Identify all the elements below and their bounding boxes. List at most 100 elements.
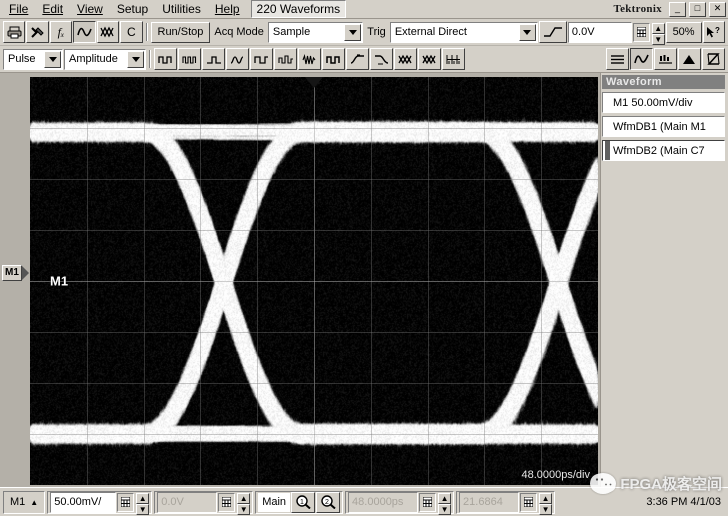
trigger-source-select[interactable]: External Direct: [389, 21, 538, 43]
close-button[interactable]: ✕: [709, 1, 726, 17]
stepper-down-icon[interactable]: ▼: [438, 503, 452, 515]
vertical-scale-stepper[interactable]: ▲ ▼: [136, 492, 150, 515]
graticule-waveform-display[interactable]: M1 48.0000ps/div: [30, 77, 598, 485]
waveform-side-panel: Waveform M1 50.00mV/div WfmDB1 (Main M1 …: [600, 73, 728, 487]
meas-jitter-icon[interactable]: [442, 48, 465, 70]
chevron-down-icon[interactable]: [127, 50, 144, 68]
meas-duty-cycle-icon[interactable]: [274, 48, 297, 70]
measure-type-select[interactable]: Amplitude: [64, 48, 146, 70]
zoom1-button[interactable]: 1: [291, 491, 316, 513]
trigger-level-stepper[interactable]: ▲ ▼: [651, 22, 665, 45]
measure-type-value: Amplitude: [69, 53, 118, 65]
keypad-icon[interactable]: [520, 492, 538, 512]
meas-frequency-icon[interactable]: [178, 48, 201, 70]
keypad-icon[interactable]: [419, 492, 437, 512]
waveform-icon[interactable]: [73, 21, 96, 43]
meas-pulse-width-icon[interactable]: [202, 48, 225, 70]
menu-item-help-label: Help: [214, 2, 240, 16]
vertical-offset-stepper[interactable]: ▲ ▼: [237, 492, 251, 515]
waveform-list-item-label: WfmDB1 (Main M1: [613, 120, 706, 133]
chevron-down-icon[interactable]: [518, 23, 536, 41]
zoom2-button[interactable]: 2: [316, 491, 341, 513]
meas-amplitude-icon[interactable]: [322, 48, 345, 70]
main-content-area: M1 M1 48.0000ps/div Waveform M1 50.00mV/…: [0, 73, 728, 487]
list-view-icon[interactable]: [606, 48, 629, 70]
horizontal-scale-field[interactable]: 48.0000ps: [348, 491, 419, 513]
channel-marker-m1[interactable]: M1: [2, 265, 29, 281]
stepper-up-icon[interactable]: ▲: [539, 492, 553, 504]
print-icon[interactable]: [3, 21, 26, 43]
keypad-icon[interactable]: [218, 492, 236, 512]
fx-function-icon[interactable]: fₓ: [49, 21, 73, 43]
side-panel-empty-space: [602, 161, 725, 487]
measurement-toolbar: Pulse Amplitude: [0, 46, 728, 73]
vertical-scale-field[interactable]: 50.00mV/: [50, 491, 117, 513]
set-level-50-percent-button[interactable]: 50%: [665, 21, 702, 43]
meas-burst-width-icon[interactable]: [298, 48, 321, 70]
stepper-up-icon[interactable]: ▲: [651, 22, 665, 34]
horizontal-position-field[interactable]: 21.6864: [459, 491, 520, 513]
acq-mode-select[interactable]: Sample: [267, 21, 364, 43]
trig-label: Trig: [367, 26, 386, 38]
menu-item-help[interactable]: Help: [208, 1, 247, 17]
trigger-position-marker[interactable]: [305, 77, 323, 88]
meas-undershoot-icon[interactable]: [370, 48, 393, 70]
timebase-group: Main 1 2: [255, 490, 344, 514]
menu-item-utilities[interactable]: Utilities: [155, 1, 208, 17]
menu-item-setup[interactable]: Setup: [110, 1, 155, 17]
histogram-view-icon[interactable]: [654, 48, 677, 70]
meas-eye-width-icon[interactable]: [418, 48, 441, 70]
stepper-down-icon[interactable]: ▼: [651, 33, 665, 45]
eye-diagram-icon[interactable]: [96, 21, 120, 43]
meas-eye-height-icon[interactable]: [394, 48, 417, 70]
channel-selector-group[interactable]: M1 ▲: [3, 490, 46, 514]
run-stop-button[interactable]: Run/Stop: [150, 21, 211, 43]
help-pointer-icon[interactable]: ?: [702, 21, 726, 43]
cursor-c-icon[interactable]: C: [120, 21, 143, 43]
stepper-down-icon[interactable]: ▼: [136, 503, 150, 515]
horizontal-position-stepper[interactable]: ▲ ▼: [539, 492, 553, 515]
waveform-list-item-label: M1 50.00mV/div: [613, 96, 693, 109]
menu-item-file[interactable]: File: [2, 1, 35, 17]
vertical-offset-field[interactable]: 0.0V: [157, 491, 218, 513]
stepper-down-icon[interactable]: ▼: [237, 503, 251, 515]
maximize-button[interactable]: □: [689, 1, 706, 17]
tools-icon[interactable]: [26, 21, 49, 43]
waveform-list-item-wfmdb1[interactable]: WfmDB1 (Main M1: [602, 116, 725, 137]
stepper-up-icon[interactable]: ▲: [237, 492, 251, 504]
horizontal-scale-stepper[interactable]: ▲ ▼: [438, 492, 452, 515]
keypad-icon[interactable]: [633, 22, 650, 42]
trace-label-m1: M1: [50, 273, 69, 289]
mask-view-icon[interactable]: [678, 48, 701, 70]
keypad-icon[interactable]: [117, 492, 135, 512]
timebase-label[interactable]: Main: [258, 492, 291, 512]
stepper-up-icon[interactable]: ▲: [438, 492, 452, 504]
menu-item-edit[interactable]: Edit: [35, 1, 70, 17]
waveform-count-display: 220 Waveforms: [250, 0, 347, 18]
meas-rise-time-icon[interactable]: [226, 48, 249, 70]
chevron-down-icon[interactable]: [44, 50, 61, 68]
status-channel-label: M1: [10, 496, 26, 508]
meas-overshoot-icon[interactable]: [346, 48, 369, 70]
stepper-down-icon[interactable]: ▼: [539, 503, 553, 515]
channel-up-arrow-icon[interactable]: ▲: [30, 498, 42, 507]
channel-pointer-icon: [21, 266, 29, 280]
meas-fall-time-icon[interactable]: [250, 48, 273, 70]
meas-period-icon[interactable]: [154, 48, 177, 70]
menu-item-file-label: File: [9, 2, 29, 16]
measure-category-select[interactable]: Pulse: [3, 48, 63, 70]
menu-item-view[interactable]: View: [70, 1, 110, 17]
rising-edge-icon[interactable]: [538, 21, 567, 43]
clock-display: 3:36 PM 4/1/03: [646, 496, 721, 508]
stepper-up-icon[interactable]: ▲: [136, 492, 150, 504]
minimize-button[interactable]: _: [669, 1, 686, 17]
menu-item-edit-label: Edit: [42, 2, 64, 16]
waveform-list-item-m1[interactable]: M1 50.00mV/div: [602, 92, 725, 113]
vertical-scale-group: 50.00mV/ ▲ ▼: [47, 490, 153, 515]
trigger-level-field[interactable]: 0.0V: [567, 21, 633, 43]
chevron-down-icon[interactable]: [344, 23, 362, 41]
svg-text:2: 2: [325, 499, 329, 506]
waveform-view-icon[interactable]: [630, 48, 653, 70]
eye-measure-icon[interactable]: [702, 48, 725, 70]
waveform-list-item-wfmdb2[interactable]: WfmDB2 (Main C7: [602, 140, 725, 161]
